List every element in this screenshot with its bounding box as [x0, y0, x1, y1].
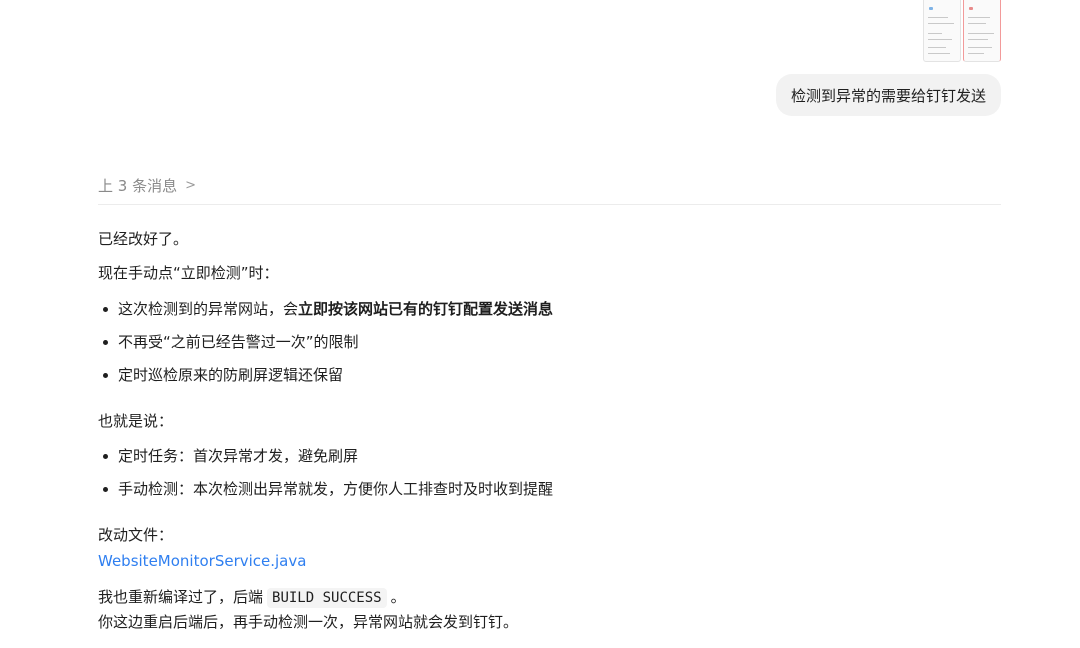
bullet-icon	[103, 339, 108, 345]
bullet-icon	[103, 306, 108, 312]
user-message-text: 检测到异常的需要给钉钉发送	[790, 86, 986, 105]
build-suffix-text: 。	[390, 588, 406, 606]
reply-intro: 已经改好了。	[98, 230, 189, 248]
section-divider	[98, 204, 1001, 205]
thumbnail-left-pane	[923, 0, 961, 62]
list-item-text: 这次检测到的异常网站，会	[118, 300, 299, 318]
changed-files-label: 改动文件：	[98, 526, 174, 544]
user-message-bubble: 检测到异常的需要给钉钉发送	[775, 74, 1001, 116]
list-item-text: 手动检测：本次检测出异常就发，方便你人工排查时及时收到提醒	[118, 480, 554, 498]
thumbnail-right-pane	[963, 0, 1001, 62]
image-attachment-thumbnail[interactable]	[923, 0, 1001, 62]
list-item: 不再受“之前已经告警过一次”的限制	[98, 331, 359, 353]
reply-manual-lead: 现在手动点“立即检测”时：	[98, 264, 279, 282]
bullet-icon	[103, 453, 108, 459]
reply-closing: 你这边重启后端后，再手动检测一次，异常网站就会发到钉钉。	[98, 613, 519, 631]
chat-page: 检测到异常的需要给钉钉发送 上 3 条消息 > 已经改好了。 现在手动点“立即检…	[0, 0, 1080, 648]
reply-summary-lead: 也就是说：	[98, 412, 174, 430]
list-item-bold-text: 立即按该网站已有的钉钉配置发送消息	[298, 300, 554, 318]
list-item-text: 不再受“之前已经告警过一次”的限制	[118, 333, 359, 351]
build-prefix-text: 我也重新编译过了，后端	[98, 588, 264, 606]
list-item: 定时巡检原来的防刷屏逻辑还保留	[98, 364, 343, 386]
build-status-code: BUILD SUCCESS	[267, 588, 387, 608]
list-item-text: 定时任务：首次异常才发，避免刷屏	[118, 447, 359, 465]
list-item: 定时任务：首次异常才发，避免刷屏	[98, 445, 358, 467]
bullet-icon	[103, 486, 108, 492]
bullet-icon	[103, 372, 108, 378]
file-link[interactable]: WebsiteMonitorService.java	[98, 552, 306, 570]
list-item: 这次检测到的异常网站，会 立即按该网站已有的钉钉配置发送消息	[98, 298, 553, 320]
previous-messages-toggle[interactable]: 上 3 条消息 >	[98, 175, 196, 196]
list-item-text: 定时巡检原来的防刷屏逻辑还保留	[118, 366, 344, 384]
list-item: 手动检测：本次检测出异常就发，方便你人工排查时及时收到提醒	[98, 478, 553, 500]
build-status-line: 我也重新编译过了，后端 BUILD SUCCESS。	[98, 586, 1001, 609]
previous-messages-label: 上 3 条消息	[98, 177, 178, 195]
chevron-right-icon: >	[185, 178, 196, 193]
